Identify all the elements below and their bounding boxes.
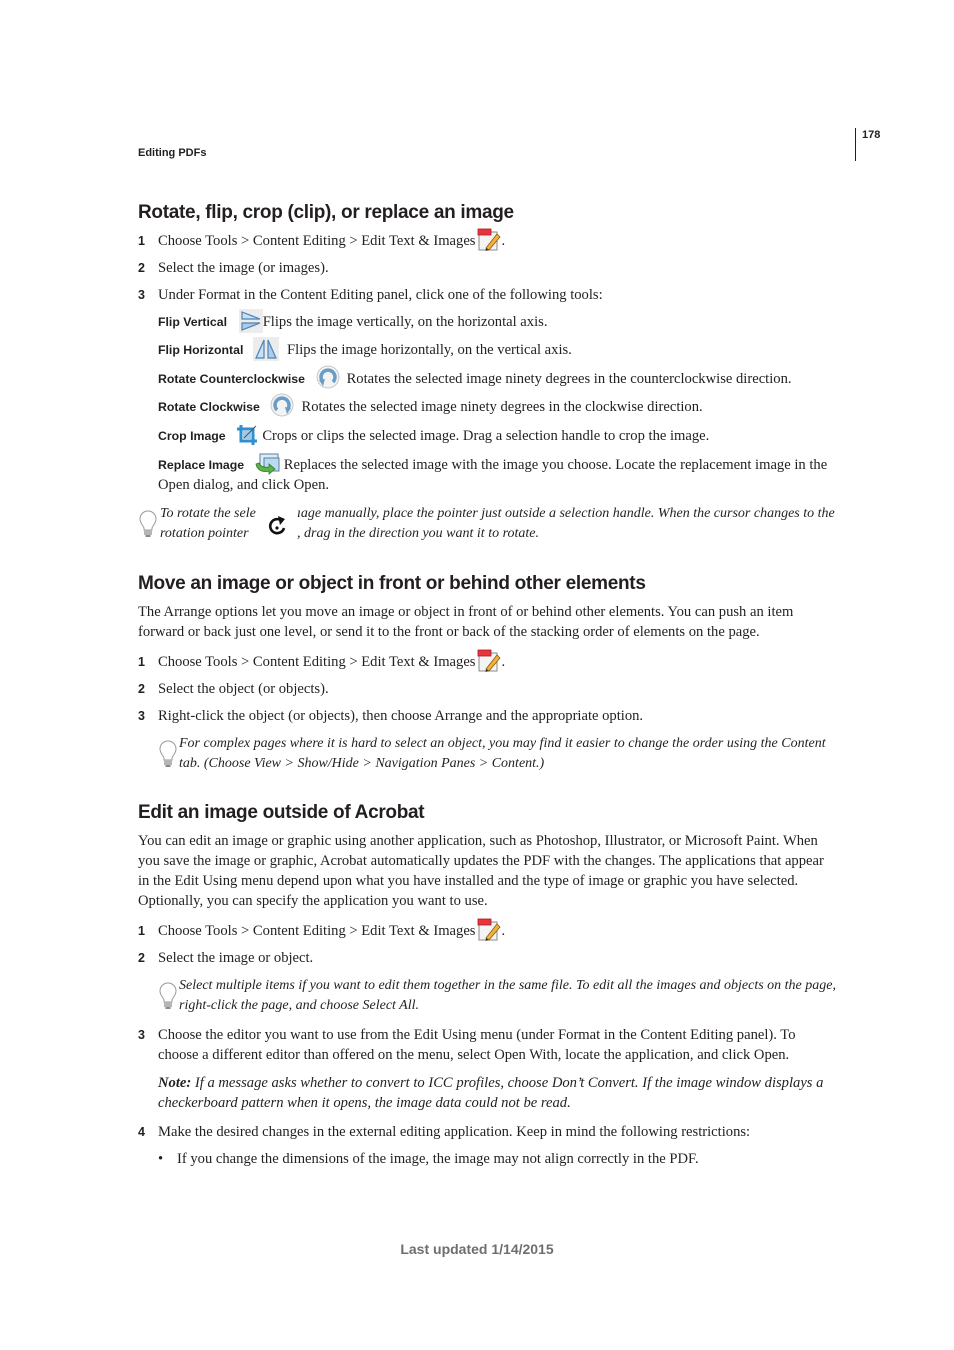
tool-rotate-counterclockwise: Rotate Counterclockwise Rotates the sele… (158, 365, 792, 390)
tool-description: Crops or clips the selected image. Drag … (262, 428, 710, 444)
step-text: Select the object (or objects). (158, 681, 329, 697)
tool-description: Rotates the selected image ninety degree… (346, 371, 792, 387)
section-intro: The Arrange options let you move an imag… (138, 604, 794, 640)
tool-description: Rotates the selected image ninety degree… (301, 399, 703, 415)
step-text: Select the image or object. (158, 950, 314, 966)
edit-text-images-icon (476, 228, 502, 252)
section-title-rotate-flip: Rotate, flip, crop (clip), or replace an… (138, 202, 514, 223)
page-number-divider (855, 128, 856, 161)
step-number: 1 (138, 924, 145, 938)
step-text: Choose Tools > Content Editing > Edit Te… (158, 923, 476, 939)
footer-last-updated: Last updated 1/14/2015 (400, 1241, 554, 1257)
step-text: Under Format in the Content Editing pane… (158, 287, 603, 303)
tip-rotate-manually: To rotate the sele (160, 506, 256, 521)
step-text: Right-click the object (or objects), the… (158, 708, 644, 724)
tool-label: Flip Horizontal (158, 343, 244, 357)
step-number: 2 (138, 682, 145, 696)
note: Note: If a message asks whether to conve… (158, 1075, 824, 1111)
tool-description-continued: Open dialog, and click Open. (158, 477, 330, 493)
step-number: 2 (138, 951, 145, 965)
step-number: 3 (138, 1028, 145, 1042)
step-text: Choose Tools > Content Editing > Edit Te… (158, 654, 476, 670)
edit-text-images-icon (476, 649, 502, 673)
step-text: Choose the editor you want to use from t… (158, 1027, 796, 1063)
tool-label: Rotate Counterclockwise (158, 372, 305, 386)
note-label: Note: (158, 1075, 192, 1091)
section-title-edit-outside: Edit an image outside of Acrobat (138, 802, 425, 823)
flip-vertical-icon (238, 308, 263, 333)
tip-text: , drag in the direction you want it to r… (297, 526, 539, 541)
tool-description: Flips the image horizontally, on the ver… (287, 342, 572, 358)
step-number: 2 (138, 261, 145, 275)
tool-rotate-clockwise: Rotate Clockwise Rotates the selected im… (158, 393, 703, 418)
tool-label: Crop Image (158, 429, 226, 443)
tool-crop-image: Crop Image Crops or clips the selected i… (158, 424, 710, 447)
tip-lightbulb-icon (159, 740, 177, 768)
tool-label: Flip Vertical (158, 315, 228, 329)
section-intro: You can edit an image or graphic using a… (138, 833, 824, 909)
tool-replace-image: Replace Image Replaces the selected imag… (158, 453, 828, 476)
tip-text: ıage manually, place the pointer just ou… (297, 506, 835, 521)
tip-arrange-content-tab: For complex pages where it is hard to se… (179, 736, 826, 771)
step-number: 4 (138, 1125, 145, 1139)
tip-lightbulb-icon (159, 982, 177, 1010)
flip-horizontal-icon (253, 336, 280, 361)
bullet-icon: • (158, 1151, 164, 1167)
tool-description: Replaces the selected image with the ima… (283, 457, 828, 473)
bullet-item: • If you change the dimensions of the ima… (158, 1151, 699, 1167)
rotation-pointer-icon (269, 516, 286, 535)
rotate-counterclockwise-icon (316, 365, 340, 389)
edit-text-images-icon (476, 918, 502, 942)
step-number: 1 (138, 655, 145, 669)
tip-text: rotation pointer (160, 526, 249, 541)
step-text: Select the image (or images). (158, 260, 329, 276)
page-number: 178 (862, 129, 881, 141)
step-number: 3 (138, 288, 145, 302)
tip-select-multiple: Select multiple items if you want to edi… (179, 978, 836, 1013)
replace-image-icon (255, 453, 280, 475)
tool-label: Replace Image (158, 458, 245, 472)
step-number: 1 (138, 234, 145, 248)
tool-label: Rotate Clockwise (158, 400, 260, 414)
running-head: Editing PDFs (138, 147, 207, 159)
crop-icon (237, 424, 258, 445)
tool-flip-horizontal: Flip Horizontal Flips the image horizont… (158, 336, 572, 361)
section-title-arrange: Move an image or object in front or behi… (138, 573, 646, 594)
tool-description: Flips the image vertically, on the horiz… (262, 314, 548, 330)
tip-lightbulb-icon (139, 510, 157, 538)
step-number: 3 (138, 709, 145, 723)
step-text: Make the desired changes in the external… (158, 1124, 751, 1140)
rotate-clockwise-icon (270, 393, 294, 417)
tool-flip-vertical: Flip Vertical Flips the image vertically… (158, 308, 548, 333)
step-text: Choose Tools > Content Editing > Edit Te… (158, 233, 476, 249)
